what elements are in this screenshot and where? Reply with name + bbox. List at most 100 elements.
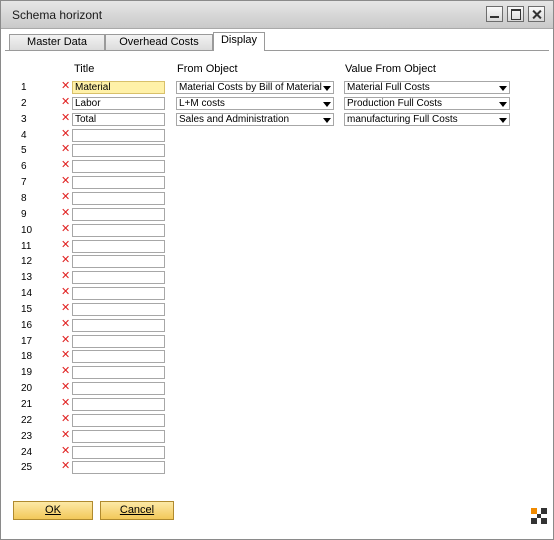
chevron-down-icon[interactable] (323, 86, 331, 91)
title-field[interactable]: Labor (72, 97, 165, 110)
tab-divider (5, 50, 549, 51)
title-field[interactable] (72, 335, 165, 348)
title-field[interactable]: Total (72, 113, 165, 126)
row-number: 21 (21, 399, 33, 410)
delete-row-icon[interactable]: ✕ (61, 255, 70, 266)
row-number: 14 (21, 288, 33, 299)
tab-master-data[interactable]: Master Data (9, 34, 105, 50)
title-field[interactable] (72, 366, 165, 379)
title-field[interactable] (72, 382, 165, 395)
chevron-down-icon[interactable] (499, 118, 507, 123)
row-number: 24 (21, 447, 33, 458)
title-field[interactable] (72, 240, 165, 253)
delete-row-icon[interactable]: ✕ (61, 430, 70, 441)
delete-row-icon[interactable]: ✕ (61, 240, 70, 251)
delete-row-icon[interactable]: ✕ (61, 224, 70, 235)
row-number: 4 (21, 130, 27, 141)
dialog-window: Schema horizont Master Data Overhead Cos… (0, 0, 554, 540)
row-number: 22 (21, 415, 33, 426)
delete-row-icon[interactable]: ✕ (61, 160, 70, 171)
chevron-down-icon[interactable] (499, 102, 507, 107)
title-field[interactable] (72, 144, 165, 157)
row-number: 25 (21, 462, 33, 473)
cancel-button-label: Cancel (119, 504, 155, 516)
row-number: 19 (21, 367, 33, 378)
row-number: 11 (21, 241, 32, 252)
form-settings-icon[interactable] (531, 508, 547, 524)
title-field[interactable] (72, 430, 165, 443)
row-number: 9 (21, 209, 27, 220)
row-number: 16 (21, 320, 33, 331)
row-number: 2 (21, 98, 27, 109)
row-number: 5 (21, 145, 27, 156)
delete-row-icon[interactable]: ✕ (61, 129, 70, 140)
delete-row-icon[interactable]: ✕ (61, 414, 70, 425)
delete-row-icon[interactable]: ✕ (61, 208, 70, 219)
from-object-value: Material Costs by Bill of Material (179, 82, 322, 93)
value-from-object-dropdown[interactable]: Material Full Costs (344, 81, 510, 94)
title-field[interactable] (72, 160, 165, 173)
title-field[interactable] (72, 192, 165, 205)
title-field[interactable]: Material (72, 81, 165, 94)
window-title: Schema horizont (12, 8, 103, 22)
delete-row-icon[interactable]: ✕ (61, 97, 70, 108)
row-number: 1 (21, 82, 27, 93)
title-field[interactable] (72, 461, 165, 474)
delete-row-icon[interactable]: ✕ (61, 271, 70, 282)
title-field[interactable] (72, 255, 165, 268)
delete-row-icon[interactable]: ✕ (61, 144, 70, 155)
delete-row-icon[interactable]: ✕ (61, 319, 70, 330)
delete-row-icon[interactable]: ✕ (61, 382, 70, 393)
delete-row-icon[interactable]: ✕ (61, 81, 70, 92)
close-icon[interactable] (528, 6, 545, 22)
chevron-down-icon[interactable] (323, 118, 331, 123)
title-field[interactable] (72, 446, 165, 459)
chevron-down-icon[interactable] (323, 102, 331, 107)
value-from-object-value: manufacturing Full Costs (347, 114, 458, 125)
delete-row-icon[interactable]: ✕ (61, 303, 70, 314)
title-field[interactable] (72, 350, 165, 363)
title-field[interactable] (72, 208, 165, 221)
ok-button[interactable]: OK (13, 501, 93, 520)
delete-row-icon[interactable]: ✕ (61, 176, 70, 187)
delete-row-icon[interactable]: ✕ (61, 398, 70, 409)
cancel-button[interactable]: Cancel (100, 501, 174, 520)
delete-row-icon[interactable]: ✕ (61, 335, 70, 346)
column-header-from-object: From Object (177, 63, 238, 75)
value-from-object-dropdown[interactable]: Production Full Costs (344, 97, 510, 110)
row-number: 3 (21, 114, 27, 125)
delete-row-icon[interactable]: ✕ (61, 192, 70, 203)
title-field[interactable] (72, 271, 165, 284)
delete-row-icon[interactable]: ✕ (61, 446, 70, 457)
title-field[interactable] (72, 129, 165, 142)
column-header-value-from-object: Value From Object (345, 63, 436, 75)
column-header-title: Title (74, 63, 95, 75)
from-object-dropdown[interactable]: L+M costs (176, 97, 334, 110)
chevron-down-icon[interactable] (499, 86, 507, 91)
from-object-dropdown[interactable]: Sales and Administration (176, 113, 334, 126)
title-field[interactable] (72, 287, 165, 300)
value-from-object-value: Material Full Costs (347, 82, 430, 93)
row-number: 23 (21, 431, 33, 442)
title-field[interactable] (72, 398, 165, 411)
delete-row-icon[interactable]: ✕ (61, 113, 70, 124)
tab-display[interactable]: Display (213, 32, 265, 51)
maximize-icon[interactable] (507, 6, 524, 22)
title-field[interactable] (72, 414, 165, 427)
title-field[interactable] (72, 224, 165, 237)
from-object-dropdown[interactable]: Material Costs by Bill of Material (176, 81, 334, 94)
title-bar[interactable]: Schema horizont (1, 1, 553, 29)
title-field[interactable] (72, 319, 165, 332)
delete-row-icon[interactable]: ✕ (61, 287, 70, 298)
row-number: 17 (21, 336, 33, 347)
tab-overhead-costs[interactable]: Overhead Costs (105, 34, 213, 50)
delete-row-icon[interactable]: ✕ (61, 366, 70, 377)
title-field[interactable] (72, 176, 165, 189)
title-field[interactable] (72, 303, 165, 316)
value-from-object-value: Production Full Costs (347, 98, 443, 109)
ok-button-label: OK (45, 504, 61, 516)
value-from-object-dropdown[interactable]: manufacturing Full Costs (344, 113, 510, 126)
minimize-icon[interactable] (486, 6, 503, 22)
delete-row-icon[interactable]: ✕ (61, 461, 70, 472)
delete-row-icon[interactable]: ✕ (61, 350, 70, 361)
